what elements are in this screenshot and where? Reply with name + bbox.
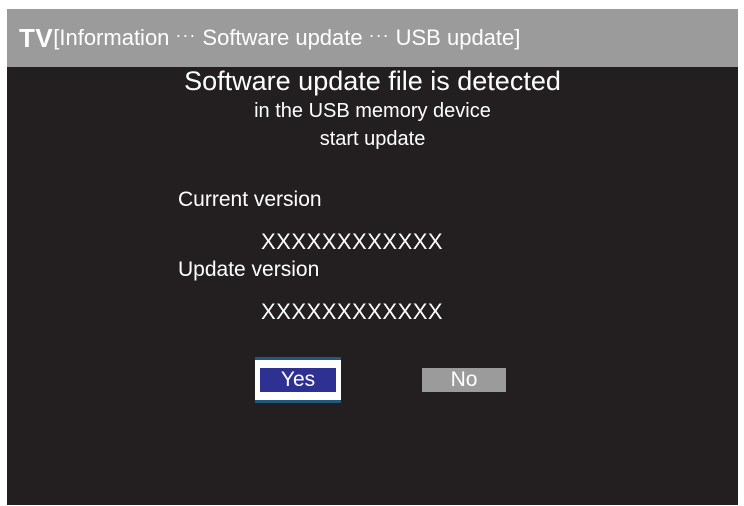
focus-accent-top bbox=[255, 357, 341, 360]
title-bar: TV [ Information ··· Software update ···… bbox=[7, 9, 738, 67]
current-version-label: Current version bbox=[178, 188, 322, 211]
tv-screen: TV [ Information ··· Software update ···… bbox=[7, 9, 738, 505]
start-update-message: start update bbox=[319, 128, 426, 150]
update-version-value: XXXXXXXXXXXX bbox=[261, 299, 444, 324]
detected-message: Software update file is detected bbox=[184, 66, 561, 96]
usb-device-message: in the USB memory device bbox=[254, 100, 491, 122]
current-version-value: XXXXXXXXXXXX bbox=[261, 229, 444, 254]
update-version-label: Update version bbox=[178, 258, 320, 281]
breadcrumb-separator: ··· bbox=[368, 24, 390, 45]
focus-accent-bottom bbox=[255, 400, 341, 403]
no-button[interactable]: No bbox=[422, 368, 506, 392]
yes-button-label: Yes bbox=[260, 368, 336, 392]
breadcrumb-usb-update: USB update bbox=[395, 25, 515, 50]
tv-label: TV bbox=[19, 22, 54, 53]
breadcrumb-software-update: Software update bbox=[202, 25, 363, 50]
close-bracket: ] bbox=[514, 25, 521, 50]
breadcrumb-information: Information bbox=[59, 25, 170, 50]
yes-button[interactable]: Yes bbox=[255, 357, 341, 403]
breadcrumb-separator: ··· bbox=[175, 24, 197, 45]
